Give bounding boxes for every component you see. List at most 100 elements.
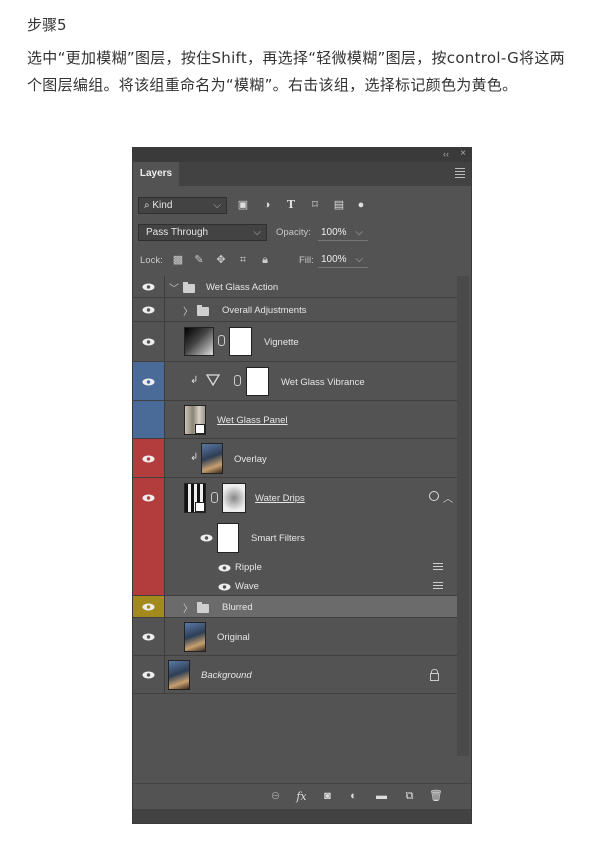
eye-icon[interactable] [142,633,155,641]
tab-layers[interactable]: Layers [133,162,179,186]
new-group-icon[interactable]: ▬ [375,790,388,803]
blend-mode-select[interactable]: Pass Through ⌵ [138,224,267,241]
eye-icon[interactable] [142,378,155,386]
eye-icon[interactable] [142,494,155,502]
lock-artboard-icon[interactable]: ⌗ [237,254,249,266]
layer-name: Wet Glass Vibrance [281,377,365,388]
filter-blending-options-icon[interactable] [433,563,443,571]
layer-name: Ripple [235,562,262,573]
smart-object-badge-icon [195,502,205,512]
type-filter-icon[interactable]: T [285,199,297,211]
pixel-filter-icon[interactable]: ▣ [237,199,249,211]
eye-column [133,478,165,518]
lock-row: Lock: ▩ ✎ ✥ ⌗ 🔒︎ Fill: 100% ⌵ [133,251,471,273]
link-icon[interactable]: ⊖ [269,790,282,803]
eye-icon[interactable] [218,564,231,572]
adjustment-icon[interactable]: ◐ [347,790,360,803]
fill-field[interactable]: 100% ⌵ [318,251,368,268]
layer-row[interactable]: Water Drips ︿ [133,478,457,518]
scrollbar[interactable] [457,276,469,756]
trash-icon[interactable]: 🗑︎ [429,790,443,803]
eye-icon[interactable] [142,338,155,346]
lock-position-icon[interactable]: ✥ [215,254,227,266]
layer-thumbnail [184,622,206,652]
eye-icon[interactable] [142,671,155,679]
opacity-field[interactable]: 100% ⌵ [318,224,368,241]
collapse-icon[interactable]: ‹‹ [443,149,449,159]
eye-column [133,577,165,596]
layer-row[interactable]: ﹀ Wet Glass Action [133,276,457,298]
layer-name: Overall Adjustments [222,305,307,316]
opacity-value: 100% [321,227,347,238]
layer-row-selected[interactable]: 〉 Blurred [133,596,457,618]
layer-row[interactable]: Original [133,618,457,656]
eye-icon[interactable] [142,603,155,611]
lock-transparent-icon[interactable]: ▩ [172,254,184,266]
smart-filter-indicator-icon[interactable] [429,491,439,501]
eye-column [133,618,165,656]
opacity-label: Opacity: [276,227,311,238]
panel-titlebar: ‹‹ × [133,148,471,162]
folder-icon [197,305,209,316]
layer-row[interactable]: Background [133,656,457,694]
lock-all-icon[interactable]: 🔒︎ [259,254,271,266]
layer-mask-thumbnail[interactable] [222,483,246,513]
eye-icon[interactable] [142,306,155,314]
chain-link-icon[interactable] [218,335,225,346]
step-title: 步骤5 [27,16,67,34]
chevron-right-icon[interactable]: 〉 [183,303,193,318]
layer-name: Overlay [234,454,267,465]
layer-row[interactable]: Wave [133,577,457,596]
layer-row[interactable]: Vignette [133,322,457,362]
layer-row[interactable]: ↲ Overlay [133,439,457,478]
layer-row[interactable]: Ripple [133,558,457,577]
smart-object-filter-icon[interactable]: ▤ [333,199,345,211]
filter-mask-thumbnail[interactable] [217,523,239,553]
layer-name: Background [201,670,252,681]
layer-name: Blurred [222,602,253,613]
adjustment-filter-icon[interactable]: ◑ [261,199,273,211]
clipping-arrow-icon: ↲ [190,452,199,463]
filter-toggle-icon[interactable]: ● [355,199,367,211]
folder-icon [197,602,209,613]
filter-blending-options-icon[interactable] [433,582,443,590]
eye-column [133,439,165,478]
chain-link-icon[interactable] [234,375,241,386]
layer-name: Original [217,632,250,643]
layer-name: Wet Glass Action [206,282,279,293]
fill-value: 100% [321,254,347,265]
shape-filter-icon[interactable]: ⌑ [309,199,321,211]
mask-icon[interactable]: ◙ [321,790,334,803]
bottom-toolbar: ⊖ fx ◙ ◐ ▬ ⧉ 🗑︎ [133,783,471,809]
close-icon[interactable]: × [460,148,466,159]
layer-name: Water Drips [255,493,305,504]
layer-mask-thumbnail[interactable] [229,327,252,356]
eye-column [133,276,165,298]
chevron-up-icon[interactable]: ︿ [443,490,453,505]
chevron-down-icon: ⌵ [355,254,363,265]
eye-icon[interactable] [218,583,231,591]
new-layer-icon[interactable]: ⧉ [403,790,416,803]
chevron-right-icon[interactable]: 〉 [183,600,193,615]
layer-thumbnail [184,327,214,356]
instruction-text: 选中“更加模糊”图层，按住Shift，再选择“轻微模糊”图层，按control-… [27,49,565,94]
fx-icon[interactable]: fx [295,790,308,803]
kind-filter-select[interactable]: ⌕ Kind ⌵ [138,197,227,214]
resize-grip[interactable] [133,809,471,823]
layer-mask-thumbnail[interactable] [246,367,269,396]
panel-menu-icon[interactable] [455,168,465,178]
layer-row[interactable]: Wet Glass Panel [133,401,457,439]
chevron-down-icon[interactable]: ﹀ [169,280,179,295]
eye-icon[interactable] [142,283,155,291]
chevron-down-icon: ⌵ [355,227,363,238]
layer-row[interactable]: ↲ Wet Glass Vibrance [133,362,457,401]
eye-icon[interactable] [142,455,155,463]
lock-image-icon[interactable]: ✎ [193,254,205,266]
eye-icon[interactable] [200,534,213,542]
eye-column [133,401,165,439]
layer-name: Wet Glass Panel [217,415,288,426]
layer-row[interactable]: Smart Filters [133,518,457,558]
chain-link-icon[interactable] [211,492,218,503]
layer-thumbnail [201,443,223,474]
layer-row[interactable]: 〉 Overall Adjustments [133,298,457,322]
